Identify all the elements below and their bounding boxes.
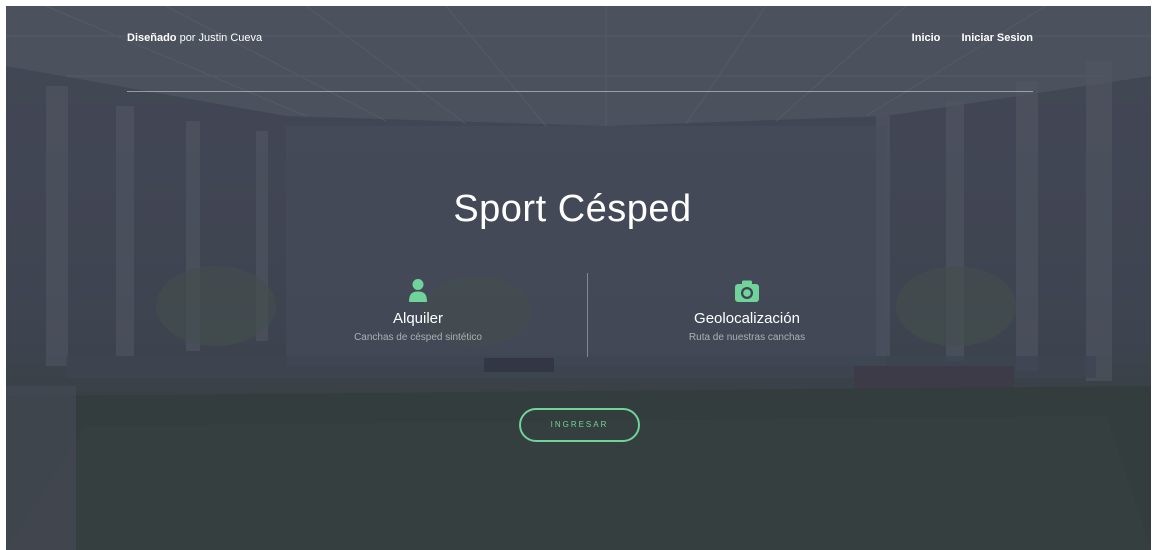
designer-credit: Diseñado por Justin Cueva bbox=[127, 32, 262, 44]
feature-divider bbox=[587, 273, 588, 357]
user-icon bbox=[409, 279, 427, 302]
top-nav: Inicio Iniciar Sesion bbox=[894, 32, 1033, 44]
credit-bold-label: Diseñado bbox=[127, 32, 177, 44]
top-header: Diseñado por Justin Cueva Inicio Iniciar… bbox=[127, 32, 1033, 52]
header-divider bbox=[127, 91, 1033, 92]
camera-icon bbox=[735, 280, 759, 302]
feature-subtitle: Ruta de nuestras canchas bbox=[688, 332, 806, 343]
dark-overlay bbox=[6, 6, 1151, 550]
feature-alquiler: Alquiler Canchas de césped sintético bbox=[298, 278, 538, 343]
feature-title: Geolocalización bbox=[694, 310, 800, 327]
feature-geolocalizacion: Geolocalización Ruta de nuestras canchas bbox=[627, 278, 867, 343]
nav-link-iniciar-sesion[interactable]: Iniciar Sesion bbox=[961, 32, 1033, 44]
feature-subtitle: Canchas de césped sintético bbox=[354, 332, 482, 343]
ingresar-button[interactable]: INGRESAR bbox=[519, 408, 640, 442]
page-title: Sport Césped bbox=[453, 188, 692, 230]
feature-title: Alquiler bbox=[392, 310, 444, 327]
nav-link-inicio[interactable]: Inicio bbox=[912, 32, 941, 44]
credit-author-label: por Justin Cueva bbox=[176, 32, 263, 44]
page-frame bbox=[6, 6, 1151, 550]
